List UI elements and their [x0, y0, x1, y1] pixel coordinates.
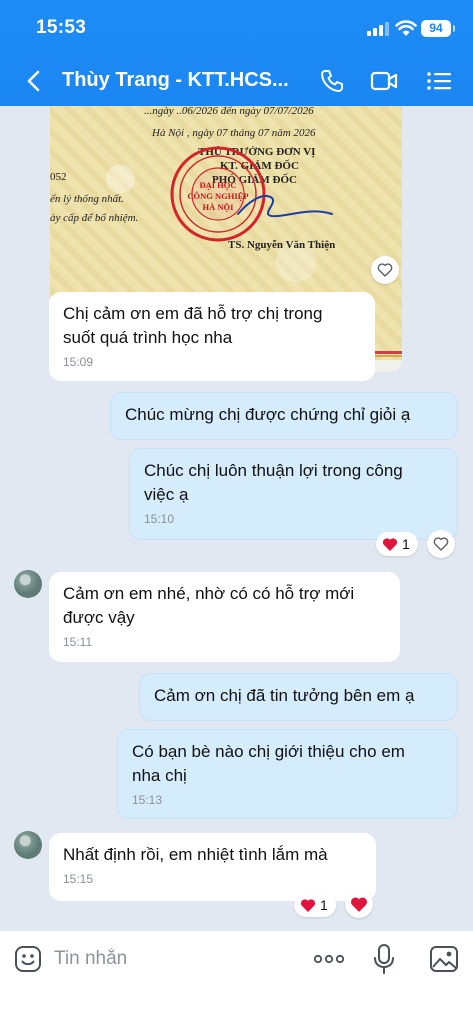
sticker-icon[interactable] [14, 945, 42, 973]
message-bubble-outgoing[interactable]: Chúc mừng chị được chứng chỉ giỏi ạ [110, 392, 458, 440]
chat-area[interactable]: ...ngày ..06/2026 đến ngày 07/07/2026 Hà… [0, 106, 473, 930]
heart-icon [351, 897, 367, 912]
microphone-icon[interactable] [371, 943, 397, 975]
message-bubble-outgoing[interactable]: Chúc chị luôn thuận lợi trong công việc … [129, 448, 458, 540]
message-bubble-outgoing[interactable]: Cảm ơn chị đã tin tưởng bên em ạ [139, 673, 458, 721]
cert-line-1: ...ngày ..06/2026 đến ngày 07/07/2026 [144, 106, 314, 117]
nav-row: Thùy Trang - KTT.HCS... [0, 56, 473, 106]
message-input-bar [0, 930, 473, 1024]
stamp-line-3: HÀ NỘI [203, 202, 235, 212]
message-text: Có bạn bè nào chị giới thiệu cho em nha … [132, 742, 405, 785]
heart-outline-icon [377, 263, 393, 277]
message-text: Chị cảm ơn em đã hỗ trợ chị trong suốt q… [63, 304, 323, 347]
message-time: 15:13 [132, 793, 163, 807]
message-time: 15:11 [63, 635, 93, 649]
message-input[interactable] [54, 944, 284, 974]
reaction-count[interactable]: 1 [294, 893, 336, 917]
avatar[interactable] [14, 831, 42, 859]
battery-indicator: 94 [421, 20, 455, 37]
cert-line-8: ày cấp để bổ nhiệm. [50, 212, 138, 224]
signal-icon [367, 22, 389, 36]
stamp-line-1: ĐẠI HỌC [199, 180, 236, 190]
message-bubble-incoming[interactable]: Cảm ơn em nhé, nhờ có có hỗ trợ mới được… [49, 572, 400, 662]
message-time: 15:10 [144, 512, 175, 526]
cert-line-9: TS. Nguyễn Văn Thiện [228, 239, 335, 251]
message-text: Cảm ơn chị đã tin tưởng bên em ạ [154, 686, 415, 705]
heart-outline-icon [433, 537, 449, 551]
red-stamp: ĐẠI HỌC CÔNG NGHIỆP HÀ NỘI [170, 146, 266, 242]
message-text: Chúc chị luôn thuận lợi trong công việc … [144, 461, 403, 504]
image-icon[interactable] [429, 944, 459, 974]
menu-icon[interactable] [425, 67, 453, 95]
message-text: Nhất định rồi, em nhiệt tình lắm mà [63, 845, 328, 864]
message-bubble-outgoing[interactable]: Có bạn bè nào chị giới thiệu cho em nha … [117, 729, 458, 819]
phone-icon[interactable] [318, 67, 346, 95]
reaction-count-value: 1 [320, 897, 328, 913]
message-time: 15:15 [63, 872, 94, 886]
reaction-button-active[interactable] [345, 890, 373, 918]
stamp-line-2: CÔNG NGHIỆP [187, 191, 248, 201]
reaction-count[interactable]: 1 [376, 532, 418, 556]
more-icon[interactable] [312, 951, 346, 967]
cert-line-4: KT. GIÁM ĐỐC [220, 159, 299, 172]
reaction-button[interactable] [427, 530, 455, 558]
back-icon[interactable] [22, 68, 48, 94]
reaction-button[interactable] [371, 256, 399, 284]
message-time: 15:09 [63, 355, 94, 369]
message-text: Chúc mừng chị được chứng chỉ giỏi ạ [125, 405, 411, 424]
status-bar: 15:53 94 [0, 0, 473, 56]
wifi-icon [395, 20, 417, 36]
avatar[interactable] [14, 570, 42, 598]
header-bar: 15:53 94 Thùy Trang - KTT.HCS... [0, 0, 473, 106]
message-bubble-incoming[interactable]: Chị cảm ơn em đã hỗ trợ chị trong suốt q… [49, 292, 375, 381]
status-time: 15:53 [36, 17, 87, 38]
chat-title[interactable]: Thùy Trang - KTT.HCS... [62, 69, 302, 92]
signature-stroke [237, 195, 333, 218]
video-icon[interactable] [370, 67, 398, 95]
cert-line-2: Hà Nội , ngày 07 tháng 07 năm 2026 [151, 127, 316, 139]
message-text: Cảm ơn em nhé, nhờ có có hỗ trợ mới được… [63, 584, 355, 627]
reaction-count-value: 1 [402, 536, 410, 552]
message-bubble-incoming[interactable]: Nhất định rồi, em nhiệt tình lắm mà 15:1… [49, 833, 376, 901]
cert-line-6: 052 [50, 171, 67, 183]
heart-icon [300, 898, 316, 912]
heart-icon [382, 537, 398, 551]
cert-line-7: ến lý thống nhất. [50, 193, 124, 205]
